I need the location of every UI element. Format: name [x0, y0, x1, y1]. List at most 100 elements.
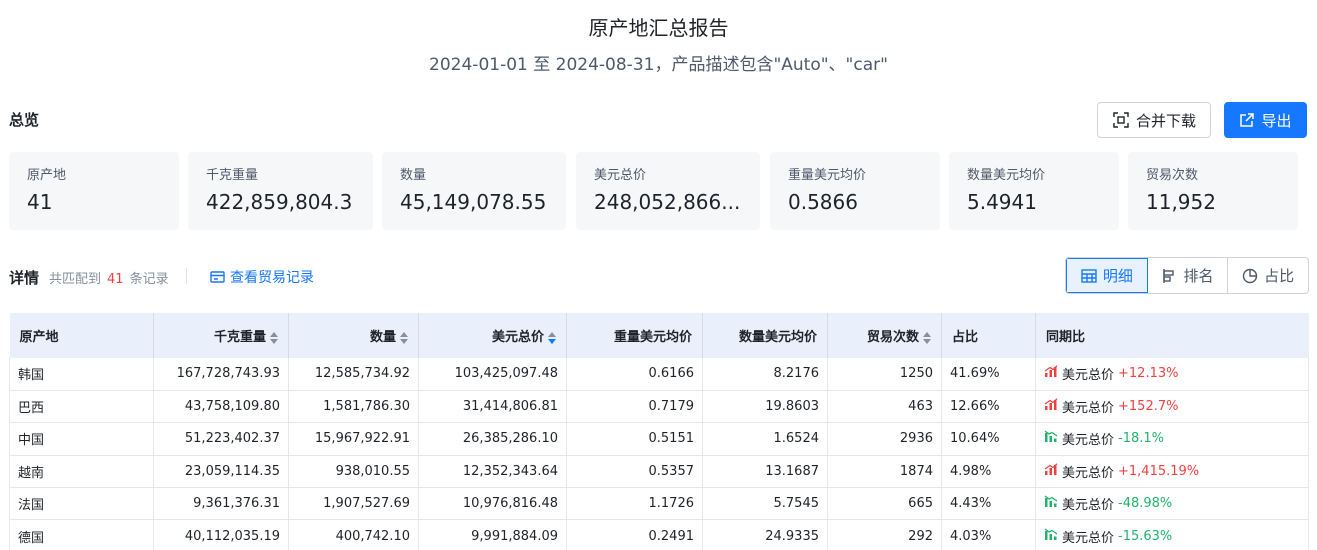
yoy-metric-label: 美元总价 [1062, 465, 1115, 481]
sort-icon[interactable] [400, 331, 408, 344]
sort-icon[interactable] [270, 331, 278, 344]
stat-value: 45,149,078.55 [400, 190, 547, 214]
cell-yoy: 美元总价 +1,415.19% [1035, 455, 1309, 489]
cell-yoy: 美元总价 -15.63% [1035, 519, 1309, 550]
cell-weight-avg: 0.5357 [566, 455, 703, 489]
cell-share: 10.64% [941, 422, 1036, 456]
cell-yoy: 美元总价 +152.7% [1035, 390, 1309, 424]
cell-quantity: 938,010.55 [288, 455, 419, 489]
bar-down-icon [1044, 528, 1058, 545]
divider [186, 268, 187, 284]
yoy-value: -18.1% [1118, 431, 1165, 447]
stat-card-trades: 贸易次数 11,952 [1128, 152, 1298, 230]
cell-weight: 43,758,109.80 [153, 390, 289, 424]
view-detail-label: 明细 [1102, 267, 1133, 285]
stat-card-usd-total: 美元总价 248,052,866... [576, 152, 760, 230]
match-suffix: 条记录 [129, 272, 169, 287]
cell-weight: 51,223,402.37 [153, 422, 289, 456]
cell-usd-total: 103,425,097.48 [418, 358, 567, 391]
cell-qty-avg: 19.8603 [702, 390, 828, 424]
col-header-trades[interactable]: 贸易次数 [827, 313, 942, 358]
bar-down-icon [1044, 495, 1058, 512]
pie-icon [1242, 268, 1258, 283]
cell-quantity: 12,585,734.92 [288, 358, 419, 391]
col-header-origin: 原产地 [9, 313, 154, 358]
col-header-qty-avg: 数量美元均价 [702, 313, 828, 358]
match-prefix: 共匹配到 [49, 272, 102, 287]
cell-share: 4.03% [941, 519, 1036, 550]
stat-card-quantity: 数量 45,149,078.55 [382, 152, 566, 230]
table-row: 韩国 167,728,743.93 12,585,734.92 103,425,… [9, 358, 1309, 391]
cell-usd-total: 12,352,343.64 [418, 455, 567, 489]
col-header-weight[interactable]: 千克重量 [153, 313, 289, 358]
cell-origin: 巴西 [9, 390, 154, 424]
table-row: 越南 23,059,114.35 938,010.55 12,352,343.6… [9, 455, 1309, 489]
cell-origin: 韩国 [9, 358, 154, 391]
merge-download-label: 合并下载 [1135, 111, 1196, 130]
yoy-value: -15.63% [1118, 528, 1173, 544]
stat-label: 美元总价 [594, 168, 647, 183]
cell-weight-avg: 0.5151 [566, 422, 703, 456]
cell-origin: 法国 [9, 487, 154, 521]
stat-label: 贸易次数 [1146, 168, 1199, 183]
table-row: 法国 9,361,376.31 1,907,527.69 10,976,816.… [9, 487, 1309, 521]
cell-quantity: 1,907,527.69 [288, 487, 419, 521]
sort-icon[interactable] [923, 331, 931, 344]
view-share-tab[interactable]: 占比 [1228, 258, 1308, 293]
cell-share: 12.66% [941, 390, 1036, 424]
export-button[interactable]: 导出 [1224, 102, 1307, 138]
col-header-yoy: 同期比 [1035, 313, 1309, 358]
report-title: 原产地汇总报告 [588, 16, 729, 40]
stat-value: 422,859,804.3 [206, 190, 353, 214]
col-header-share: 占比 [941, 313, 1036, 358]
table-row: 中国 51,223,402.37 15,967,922.91 26,385,28… [9, 422, 1309, 456]
yoy-value: -48.98% [1118, 496, 1173, 512]
cell-quantity: 1,581,786.30 [288, 390, 419, 424]
cell-yoy: 美元总价 -48.98% [1035, 487, 1309, 521]
stat-value: 41 [27, 190, 53, 214]
col-header-usd-total[interactable]: 美元总价 [418, 313, 567, 358]
cell-weight-avg: 0.6166 [566, 358, 703, 391]
cell-quantity: 15,967,922.91 [288, 422, 419, 456]
cell-qty-avg: 24.9335 [702, 519, 828, 550]
cell-weight: 23,059,114.35 [153, 455, 289, 489]
cell-origin: 德国 [9, 519, 154, 550]
cell-yoy: 美元总价 +12.13% [1035, 358, 1309, 391]
view-rank-label: 排名 [1183, 267, 1214, 285]
bar-down-icon [1044, 430, 1058, 447]
view-share-label: 占比 [1264, 267, 1295, 285]
sort-desc-icon[interactable] [548, 331, 556, 344]
cell-usd-total: 31,414,806.81 [418, 390, 567, 424]
bar-up-icon [1044, 365, 1058, 382]
col-header-quantity[interactable]: 数量 [288, 313, 419, 358]
view-detail-tab[interactable]: 明细 [1066, 258, 1148, 293]
yoy-value: +1,415.19% [1118, 463, 1200, 479]
stat-label: 千克重量 [206, 168, 259, 183]
stat-value: 0.5866 [788, 190, 858, 214]
cell-qty-avg: 5.7545 [702, 487, 828, 521]
stat-card-weight: 千克重量 422,859,804.3 [188, 152, 373, 230]
overview-heading: 总览 [9, 111, 40, 129]
view-trade-records-link[interactable]: 查看贸易记录 [210, 267, 314, 287]
export-icon [1240, 113, 1255, 127]
cell-share: 4.98% [941, 455, 1036, 489]
col-header-weight-avg: 重量美元均价 [566, 313, 703, 358]
yoy-metric-label: 美元总价 [1062, 401, 1115, 417]
cell-weight: 40,112,035.19 [153, 519, 289, 550]
card-icon [210, 271, 225, 283]
table-row: 德国 40,112,035.19 400,742.10 9,991,884.09… [9, 519, 1309, 550]
yoy-metric-label: 美元总价 [1062, 498, 1115, 514]
cell-usd-total: 26,385,286.10 [418, 422, 567, 456]
yoy-metric-label: 美元总价 [1062, 433, 1115, 449]
view-rank-tab[interactable]: 排名 [1148, 258, 1229, 293]
report-subtitle: 2024-01-01 至 2024-08-31，产品描述包含"Auto"、"ca… [429, 55, 888, 75]
cell-share: 4.43% [941, 487, 1036, 521]
cell-weight-avg: 0.2491 [566, 519, 703, 550]
cell-usd-total: 9,991,884.09 [418, 519, 567, 550]
cell-origin: 越南 [9, 455, 154, 489]
merge-download-button[interactable]: 合并下载 [1097, 102, 1211, 138]
cell-qty-avg: 1.6524 [702, 422, 828, 456]
ranking-icon [1162, 268, 1174, 283]
cell-trades: 463 [827, 390, 942, 424]
cell-share: 41.69% [941, 358, 1036, 391]
